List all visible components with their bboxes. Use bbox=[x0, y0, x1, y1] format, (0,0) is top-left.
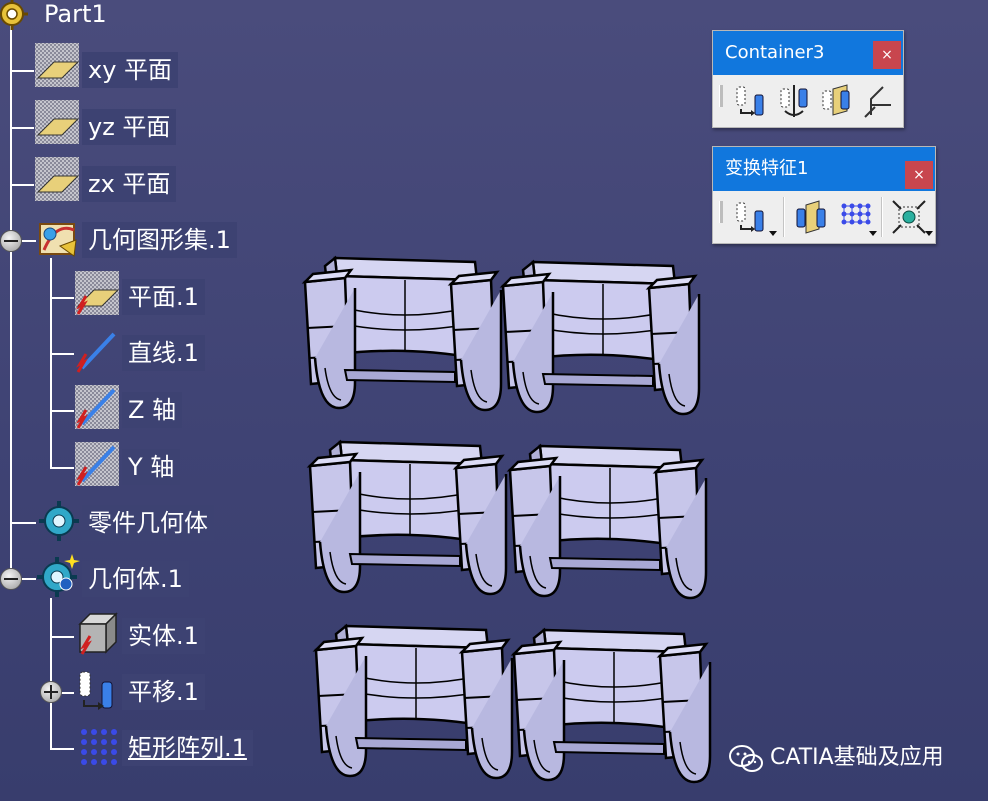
toolbar-title: Container3 bbox=[725, 42, 825, 63]
rect-pattern-dropdown-icon[interactable] bbox=[837, 199, 873, 235]
pattern-instance[interactable] bbox=[512, 628, 712, 784]
pattern-instance[interactable] bbox=[303, 256, 503, 412]
axis-to-axis-icon[interactable] bbox=[861, 83, 897, 119]
chevron-down-icon[interactable] bbox=[925, 231, 933, 236]
transformation-features-toolbar[interactable]: 变换特征1 × bbox=[712, 146, 936, 244]
toolbar-separator bbox=[783, 197, 785, 237]
toolbar-title-bar[interactable]: 变换特征1 × bbox=[713, 147, 935, 191]
pattern-instance[interactable] bbox=[308, 440, 508, 596]
toolbar-title: 变换特征1 bbox=[725, 158, 809, 179]
translate-dropdown-icon[interactable] bbox=[733, 199, 769, 235]
scale-dropdown-icon[interactable] bbox=[891, 199, 927, 235]
chevron-down-icon[interactable] bbox=[869, 231, 877, 236]
wechat-icon bbox=[729, 745, 763, 772]
container3-toolbar[interactable]: Container3 × bbox=[712, 30, 904, 128]
mirror-icon[interactable] bbox=[793, 199, 829, 235]
translate-icon[interactable] bbox=[733, 83, 769, 119]
close-icon: × bbox=[881, 47, 893, 63]
toolbar-title-bar[interactable]: Container3 × bbox=[713, 31, 903, 75]
rotate-icon[interactable] bbox=[777, 83, 813, 119]
toolbar-grip[interactable] bbox=[719, 201, 723, 223]
pattern-instance[interactable] bbox=[508, 444, 708, 600]
close-button[interactable]: × bbox=[873, 41, 901, 69]
pattern-instance[interactable] bbox=[314, 624, 514, 780]
chevron-down-icon[interactable] bbox=[769, 231, 777, 236]
watermark-text: CATIA基础及应用 bbox=[770, 745, 944, 770]
symmetry-icon[interactable] bbox=[819, 83, 855, 119]
pattern-instance[interactable] bbox=[501, 260, 701, 416]
toolbar-grip[interactable] bbox=[719, 85, 723, 107]
toolbar-separator bbox=[881, 197, 883, 237]
close-button[interactable]: × bbox=[905, 161, 933, 189]
close-icon: × bbox=[913, 167, 925, 183]
